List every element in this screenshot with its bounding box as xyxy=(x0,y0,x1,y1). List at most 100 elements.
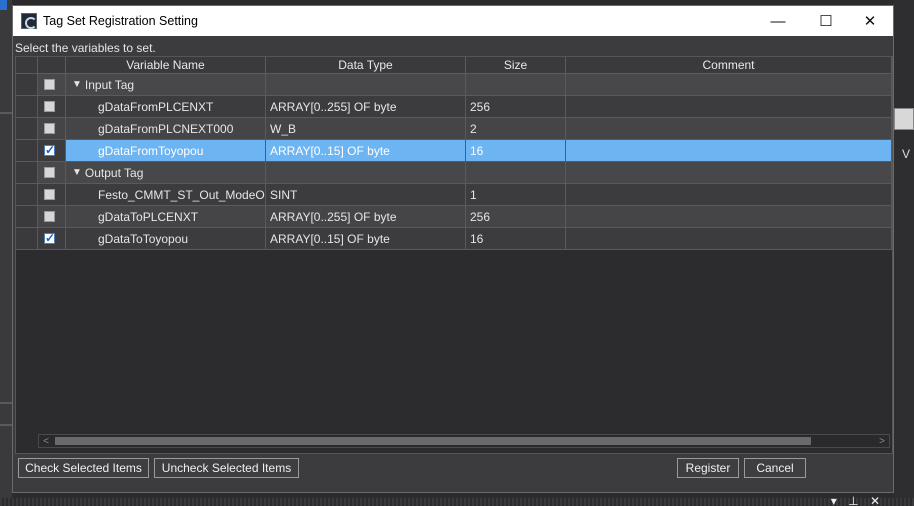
title-bar[interactable]: Tag Set Registration Setting — ☐ ✕ xyxy=(13,6,893,36)
group-label: Input Tag xyxy=(84,77,135,92)
background-left-marker xyxy=(0,0,7,10)
tag-set-registration-dialog: Tag Set Registration Setting — ☐ ✕ Selec… xyxy=(12,5,894,493)
header-checkbox xyxy=(38,57,66,74)
size-cell[interactable]: 1 xyxy=(466,184,566,206)
empty-cell xyxy=(566,162,892,184)
collapse-triangle-icon[interactable]: ▼ xyxy=(72,79,82,90)
row-checkbox-checked[interactable] xyxy=(44,143,55,157)
data-type-cell[interactable]: ARRAY[0..15] OF byte xyxy=(266,228,466,250)
window-title: Tag Set Registration Setting xyxy=(43,14,198,28)
row-indicator xyxy=(16,74,38,96)
row-indicator xyxy=(16,162,38,184)
empty-cell xyxy=(266,74,466,96)
minimize-button[interactable]: — xyxy=(755,6,801,36)
row-checkbox[interactable] xyxy=(44,101,55,112)
table-row[interactable]: gDataFromPLCENXT ARRAY[0..255] OF byte 2… xyxy=(16,96,892,118)
row-checkbox-cell[interactable] xyxy=(38,96,66,118)
scroll-right-icon[interactable]: > xyxy=(875,435,889,447)
group-checkbox-cell[interactable] xyxy=(38,162,66,184)
group-label-cell[interactable]: ▼ Input Tag xyxy=(66,74,266,96)
comment-cell[interactable] xyxy=(566,96,892,118)
data-type-cell[interactable]: ARRAY[0..255] OF byte xyxy=(266,96,466,118)
table-row[interactable]: gDataToToyopou ARRAY[0..15] OF byte 16 xyxy=(16,228,892,250)
row-checkbox[interactable] xyxy=(44,123,55,134)
horizontal-scrollbar[interactable]: < > xyxy=(38,434,890,448)
background-left-panel xyxy=(0,0,12,506)
column-header-data-type[interactable]: Data Type xyxy=(266,57,466,74)
background-divider xyxy=(0,424,12,426)
background-divider xyxy=(0,402,12,404)
group-checkbox[interactable] xyxy=(44,79,55,90)
collapse-triangle-icon[interactable]: ▼ xyxy=(72,167,82,178)
group-label: Output Tag xyxy=(84,165,144,180)
background-panel-icons[interactable]: ▾ ⊥ ✕ xyxy=(831,494,884,506)
size-cell[interactable]: 256 xyxy=(466,206,566,228)
row-indicator xyxy=(16,206,38,228)
variable-name-cell[interactable]: Festo_CMMT_ST_Out_ModeOpe xyxy=(66,184,266,206)
variables-grid: Variable Name Data Type Size Comment ▼ In… xyxy=(15,56,893,454)
size-cell[interactable]: 16 xyxy=(466,140,566,162)
instruction-text: Select the variables to set. xyxy=(15,41,156,55)
comment-cell[interactable] xyxy=(566,118,892,140)
group-label-cell[interactable]: ▼ Output Tag xyxy=(66,162,266,184)
group-checkbox-cell[interactable] xyxy=(38,74,66,96)
comment-cell[interactable] xyxy=(566,228,892,250)
row-checkbox-cell[interactable] xyxy=(38,118,66,140)
row-checkbox-cell[interactable] xyxy=(38,206,66,228)
table-row-selected[interactable]: gDataFromToyopou ARRAY[0..15] OF byte 16 xyxy=(16,140,892,162)
column-header-comment[interactable]: Comment xyxy=(566,57,892,74)
check-selected-items-button[interactable]: Check Selected Items xyxy=(18,458,149,478)
row-checkbox-checked[interactable] xyxy=(44,231,55,245)
group-row-output-tag[interactable]: ▼ Output Tag xyxy=(16,162,892,184)
table-row[interactable]: gDataFromPLCNEXT000 W_B 2 xyxy=(16,118,892,140)
background-right-tab[interactable] xyxy=(894,108,914,130)
comment-cell[interactable] xyxy=(566,140,892,162)
row-indicator xyxy=(16,228,38,250)
table-row[interactable]: gDataToPLCENXT ARRAY[0..255] OF byte 256 xyxy=(16,206,892,228)
background-divider xyxy=(0,112,12,114)
background-bottom-bar xyxy=(0,498,914,506)
variable-name-cell[interactable]: gDataToPLCENXT xyxy=(66,206,266,228)
table-row[interactable]: Festo_CMMT_ST_Out_ModeOpe SINT 1 xyxy=(16,184,892,206)
variable-name-cell[interactable]: gDataToToyopou xyxy=(66,228,266,250)
row-indicator xyxy=(16,96,38,118)
empty-cell xyxy=(566,74,892,96)
empty-cell xyxy=(466,162,566,184)
size-cell[interactable]: 2 xyxy=(466,118,566,140)
comment-cell[interactable] xyxy=(566,206,892,228)
cancel-button[interactable]: Cancel xyxy=(744,458,806,478)
register-button[interactable]: Register xyxy=(677,458,739,478)
data-type-cell[interactable]: W_B xyxy=(266,118,466,140)
variable-name-cell[interactable]: gDataFromToyopou xyxy=(66,140,266,162)
size-cell[interactable]: 256 xyxy=(466,96,566,118)
group-checkbox[interactable] xyxy=(44,167,55,178)
app-icon xyxy=(21,13,37,29)
header-row-indicator xyxy=(16,57,38,74)
row-checkbox[interactable] xyxy=(44,189,55,200)
maximize-button[interactable]: ☐ xyxy=(803,6,849,36)
empty-cell xyxy=(466,74,566,96)
row-indicator xyxy=(16,140,38,162)
data-type-cell[interactable]: ARRAY[0..255] OF byte xyxy=(266,206,466,228)
row-indicator xyxy=(16,184,38,206)
row-checkbox-cell[interactable] xyxy=(38,184,66,206)
uncheck-selected-items-button[interactable]: Uncheck Selected Items xyxy=(154,458,299,478)
row-checkbox-cell[interactable] xyxy=(38,228,66,250)
comment-cell[interactable] xyxy=(566,184,892,206)
column-header-size[interactable]: Size xyxy=(466,57,566,74)
data-type-cell[interactable]: ARRAY[0..15] OF byte xyxy=(266,140,466,162)
data-type-cell[interactable]: SINT xyxy=(266,184,466,206)
scrollbar-thumb[interactable] xyxy=(55,437,811,445)
group-row-input-tag[interactable]: ▼ Input Tag xyxy=(16,74,892,96)
row-checkbox-cell[interactable] xyxy=(38,140,66,162)
background-right-panel xyxy=(894,0,914,506)
size-cell[interactable]: 16 xyxy=(466,228,566,250)
close-button[interactable]: ✕ xyxy=(847,6,893,36)
row-checkbox[interactable] xyxy=(44,211,55,222)
variable-name-cell[interactable]: gDataFromPLCENXT xyxy=(66,96,266,118)
empty-cell xyxy=(266,162,466,184)
background-right-letter: V xyxy=(902,147,911,161)
scroll-left-icon[interactable]: < xyxy=(39,435,53,447)
column-header-variable-name[interactable]: Variable Name xyxy=(66,57,266,74)
variable-name-cell[interactable]: gDataFromPLCNEXT000 xyxy=(66,118,266,140)
